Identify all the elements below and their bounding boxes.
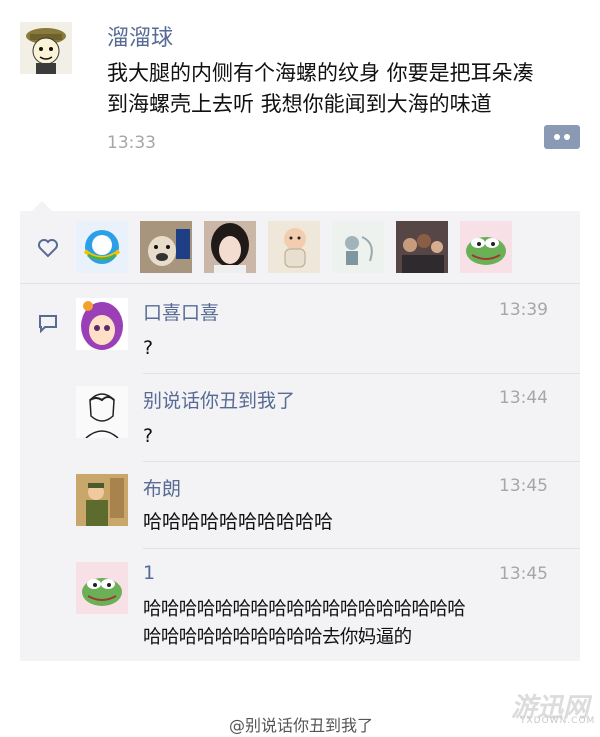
comment-time: 13:44 xyxy=(499,388,548,408)
more-dot-icon xyxy=(554,134,560,140)
comment-author[interactable]: 1 xyxy=(143,562,155,584)
cartoon-robot-icon xyxy=(332,221,384,273)
liker-avatar-qq[interactable] xyxy=(76,221,128,273)
comment-divider xyxy=(143,373,580,374)
pepe-frog-icon xyxy=(460,221,512,273)
comment-divider xyxy=(143,548,580,549)
comment-text-line-1: 哈哈哈哈哈哈哈哈哈哈哈哈哈哈哈哈哈哈 xyxy=(143,599,466,620)
comment-avatar[interactable] xyxy=(76,386,128,438)
liker-avatar-cartoon[interactable] xyxy=(332,221,384,273)
liker-avatar-group[interactable] xyxy=(396,221,448,273)
liker-avatar-dog[interactable] xyxy=(140,221,192,273)
comment-author[interactable]: 别说话你丑到我了 xyxy=(143,386,295,413)
group-photo-icon xyxy=(396,221,448,273)
post-text: 我大腿的内侧有个海螺的纹身 你要是把耳朵凑 到海螺壳上去听 我想你能闻到大海的味… xyxy=(107,58,567,120)
comment-text-line-2: 哈哈哈哈哈哈哈哈哈哈去你妈逼的 xyxy=(143,627,412,648)
comment-divider xyxy=(143,461,580,462)
sketch-man-icon xyxy=(76,386,128,438)
post-text-line-1: 我大腿的内侧有个海螺的纹身 你要是把耳朵凑 xyxy=(107,61,534,85)
anime-girl-icon xyxy=(76,298,128,350)
comment-author[interactable]: 布朗 xyxy=(143,474,181,501)
comment-text: ? xyxy=(143,425,154,447)
baby-icon xyxy=(268,221,320,273)
watermark-username: @别说话你丑到我了 xyxy=(229,716,374,735)
more-dot-icon xyxy=(564,134,570,140)
pepe-frog-icon xyxy=(76,562,128,614)
soldier-icon xyxy=(76,474,128,526)
panel-pointer xyxy=(32,201,52,211)
heart-icon xyxy=(38,239,58,258)
comment-avatar[interactable] xyxy=(76,562,128,614)
comment-time: 13:45 xyxy=(499,564,548,584)
comment-time: 13:39 xyxy=(499,300,548,320)
more-options-button[interactable] xyxy=(544,125,580,149)
comment-text: 哈哈哈哈哈哈哈哈哈哈 xyxy=(143,511,334,533)
cartoon-face-avatar-icon xyxy=(26,28,66,74)
likes-divider xyxy=(20,283,580,284)
comment-text: ? xyxy=(143,337,154,359)
liker-avatar-girl[interactable] xyxy=(204,221,256,273)
comment-text: 哈哈哈哈哈哈哈哈哈哈哈哈哈哈哈哈哈哈 哈哈哈哈哈哈哈哈哈哈去你妈逼的 xyxy=(143,596,573,652)
liker-avatar-pepe[interactable] xyxy=(460,221,512,273)
liker-avatar-baby[interactable] xyxy=(268,221,320,273)
comment-avatar[interactable] xyxy=(76,474,128,526)
watermark-logo-sub: YXDOWN.COM xyxy=(520,716,596,726)
post-time: 13:33 xyxy=(107,133,156,153)
qq-logo-icon xyxy=(83,230,121,264)
post-text-line-2: 到海螺壳上去听 我想你能闻到大海的味道 xyxy=(107,92,492,116)
dog-icon xyxy=(140,221,192,273)
girl-icon xyxy=(204,221,256,273)
comment-avatar[interactable] xyxy=(76,298,128,350)
post-author-name[interactable]: 溜溜球 xyxy=(107,20,173,52)
comment-author[interactable]: 口喜口喜 xyxy=(143,298,219,325)
comment-time: 13:45 xyxy=(499,476,548,496)
comment-icon xyxy=(39,315,57,333)
post-author-avatar[interactable] xyxy=(20,22,72,74)
